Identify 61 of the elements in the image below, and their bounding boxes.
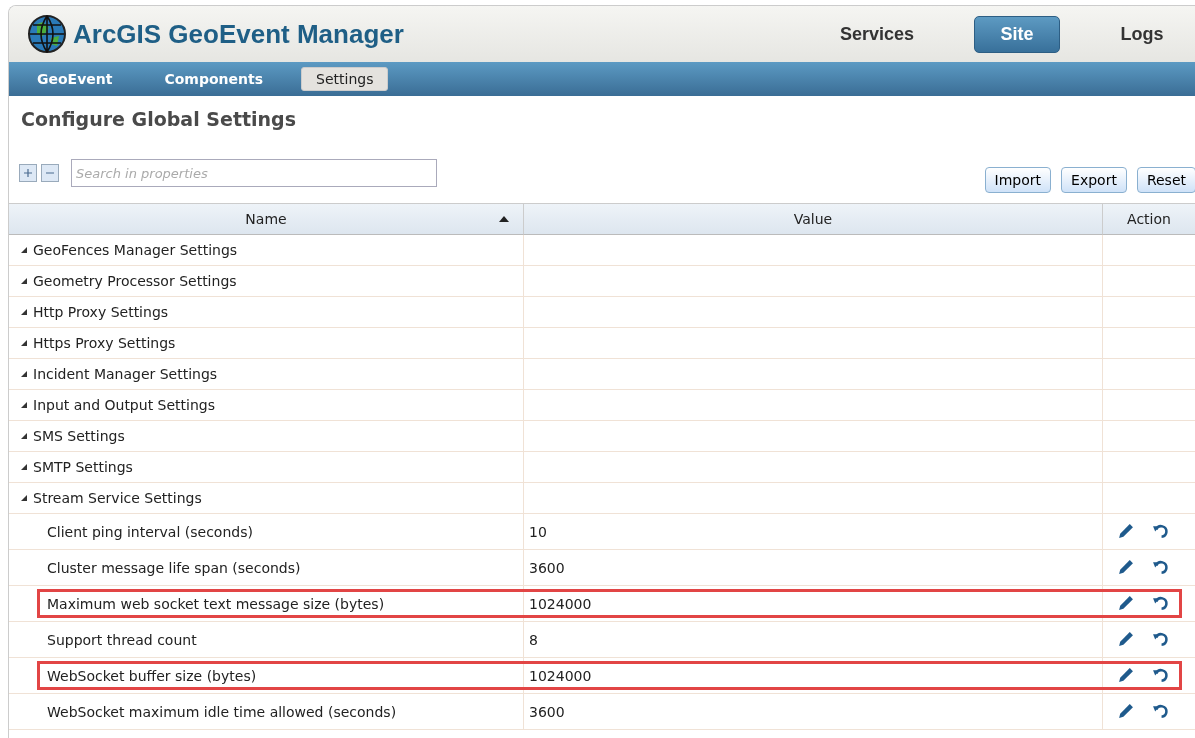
action-button[interactable]: Export [1061, 167, 1127, 193]
group-name: Input and Output Settings [33, 397, 215, 413]
undo-icon[interactable] [1152, 559, 1169, 576]
expander-triangle-icon[interactable] [21, 433, 27, 439]
setting-value: 1024000 [529, 595, 592, 612]
pencil-icon[interactable] [1117, 667, 1134, 684]
undo-icon[interactable] [1152, 523, 1169, 540]
column-header[interactable]: Value [524, 203, 1103, 235]
page-title: Configure Global Settings [21, 108, 297, 132]
group-name: Stream Service Settings [33, 490, 202, 506]
expander-triangle-icon[interactable] [21, 278, 27, 284]
setting-name: WebSocket buffer size (bytes) [47, 667, 257, 684]
column-header[interactable]: Action [1103, 203, 1195, 235]
setting-value: 3600 [529, 703, 565, 720]
undo-icon[interactable] [1152, 703, 1169, 720]
globe-icon [27, 14, 67, 54]
pencil-icon[interactable] [1117, 631, 1134, 648]
setting-name: Support thread count [47, 631, 197, 648]
action-button[interactable]: Reset [1136, 167, 1195, 193]
setting-value: 1024000 [529, 667, 592, 684]
setting-value: 8 [529, 631, 538, 648]
setting-name: Maximum web socket text message size (bytes) [47, 595, 385, 612]
nav-tab[interactable]: Logs [1100, 16, 1184, 52]
sub-nav-tab[interactable]: Components [150, 68, 278, 90]
expander-triangle-icon[interactable] [21, 309, 27, 315]
group-name: Http Proxy Settings [33, 304, 169, 320]
sort-ascending-icon [499, 216, 509, 222]
pencil-icon[interactable] [1117, 559, 1134, 576]
action-button[interactable]: Import [984, 167, 1052, 193]
app-title: ArcGIS GeoEvent Manager [73, 18, 404, 50]
pencil-icon[interactable] [1117, 595, 1134, 612]
setting-value: 3600 [529, 559, 565, 576]
group-name: GeoFences Manager Settings [33, 242, 238, 258]
sub-nav-tab[interactable]: Settings [301, 67, 389, 91]
expander-triangle-icon[interactable] [21, 402, 27, 408]
pencil-icon[interactable] [1117, 523, 1134, 540]
setting-value: 10 [529, 523, 547, 540]
group-name: Https Proxy Settings [33, 335, 176, 351]
expander-triangle-icon[interactable] [21, 464, 27, 470]
setting-name: Client ping interval (seconds) [47, 523, 253, 540]
pencil-icon[interactable] [1117, 703, 1134, 720]
setting-name: WebSocket maximum idle time allowed (seconds) [47, 703, 397, 720]
group-name: SMTP Settings [33, 459, 133, 475]
column-header[interactable]: Name [9, 203, 524, 235]
search-field[interactable]: Search in properties [71, 159, 437, 187]
expander-triangle-icon[interactable] [21, 340, 27, 346]
nav-tab[interactable]: Site [974, 15, 1060, 53]
group-name: Incident Manager Settings [33, 366, 218, 382]
undo-icon[interactable] [1152, 595, 1169, 612]
expander-triangle-icon[interactable] [21, 247, 27, 253]
nav-tab[interactable]: Services [819, 16, 934, 52]
sub-nav-tab[interactable]: GeoEvent [23, 68, 127, 90]
group-name: Geometry Processor Settings [33, 273, 237, 289]
undo-icon[interactable] [1152, 631, 1169, 648]
plus-icon [23, 168, 33, 178]
group-name: SMS Settings [33, 428, 125, 444]
column-title: Name [245, 211, 287, 227]
expander-triangle-icon[interactable] [21, 495, 27, 501]
expander-triangle-icon[interactable] [21, 371, 27, 377]
undo-icon[interactable] [1152, 667, 1169, 684]
setting-name: Cluster message life span (seconds) [47, 559, 301, 576]
